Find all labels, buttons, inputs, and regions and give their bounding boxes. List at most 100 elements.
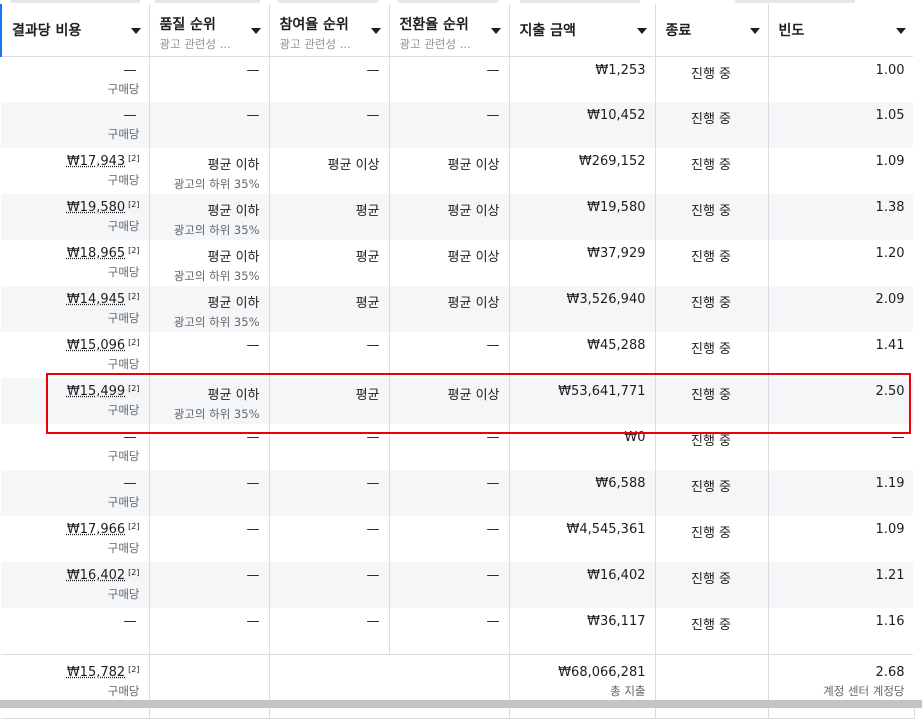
amount-spent-cell: ₩16,402 — [509, 562, 656, 608]
table-row[interactable]: — 구매당 — — — ₩10,452 진행 중 1.05 — [1, 102, 915, 148]
chevron-down-icon[interactable] — [490, 28, 501, 34]
table-row[interactable]: ₩14,945 [2] 구매당 평균 이하 광고의 하위 35% 평균 평균 이상 ₩3,52… — [1, 286, 915, 332]
cost-per-result-sublabel: 구매당 — [107, 449, 140, 463]
frequency-cell: 1.00 — [768, 56, 915, 102]
table-row[interactable]: — 구매당 — — — ₩6,588 진행 중 1.19 — [1, 470, 915, 516]
column-header-quality-ranking[interactable]: 품질 순위 광고 관련성 ... — [149, 4, 270, 57]
table-row[interactable]: ₩16,402 [2] 구매당 — — — ₩16,402 진행 중 1.21 — [1, 562, 915, 608]
frequency-value: — — [891, 430, 905, 445]
frequency-value: 2.50 — [875, 384, 905, 399]
footnote-marker: [2] — [128, 664, 140, 674]
quality-ranking-value: 평균 이하 — [207, 158, 260, 173]
column-header-end[interactable]: 종료 — [655, 4, 769, 57]
column-header-cost-per-result[interactable]: 결과당 비용 — [0, 4, 150, 57]
table-row[interactable]: — 구매당 — — — ₩0 진행 중 — — [1, 424, 915, 470]
conversion-ranking-value: — — [486, 476, 500, 491]
quality-ranking-value: — — [246, 108, 260, 123]
column-header-amount-spent[interactable]: 지출 금액 — [509, 4, 656, 57]
cost-per-result-sublabel: 구매당 — [107, 311, 140, 325]
conversion-ranking-cell: — — [389, 102, 510, 148]
amount-spent-cell: ₩0 — [509, 424, 656, 470]
cost-per-result-value[interactable]: ₩17,943 — [67, 154, 125, 169]
chevron-down-icon[interactable] — [370, 28, 381, 34]
frequency-cell: 1.20 — [768, 240, 915, 286]
column-header-conversion-ranking[interactable]: 전환율 순위 광고 관련성 ... — [389, 4, 510, 57]
engagement-ranking-value: — — [366, 476, 380, 491]
quality-ranking-value: — — [246, 614, 260, 629]
engagement-ranking-cell: — — [269, 102, 390, 148]
quality-ranking-cell: 평균 이하 광고의 하위 35% — [149, 240, 270, 286]
table-row[interactable]: ₩15,499 [2] 구매당 평균 이하 광고의 하위 35% 평균 평균 이상 ₩53,6… — [1, 378, 915, 424]
end-status-cell: 진행 중 — [655, 56, 769, 102]
column-header-sublabel: 광고 관련성 ... — [159, 37, 231, 51]
chevron-down-icon[interactable] — [895, 28, 906, 34]
chevron-down-icon[interactable] — [250, 28, 261, 34]
frequency-value: 1.09 — [875, 154, 905, 169]
table-row[interactable]: ₩17,966 [2] 구매당 — — — ₩4,545,361 진행 중 1.09 — [1, 516, 915, 562]
column-header-engagement-ranking[interactable]: 참여율 순위 광고 관련성 ... — [269, 4, 390, 57]
cost-per-result-value[interactable]: ₩18,965 — [67, 246, 125, 261]
engagement-ranking-cell: — — [269, 424, 390, 470]
quality-ranking-cell: 평균 이하 광고의 하위 35% — [149, 286, 270, 332]
cost-per-result-value[interactable]: ₩17,966 — [67, 522, 125, 537]
conversion-ranking-cell: 평균 이상 — [389, 148, 510, 194]
amount-spent-value: ₩6,588 — [595, 476, 646, 491]
column-header-frequency[interactable]: 빈도 — [768, 4, 915, 57]
table-row[interactable]: — — — — ₩36,117 진행 중 1.16 — [1, 608, 915, 654]
frequency-value: 1.00 — [875, 62, 905, 78]
amount-spent-value: ₩37,929 — [587, 246, 646, 261]
table-row[interactable]: ₩17,943 [2] 구매당 평균 이하 광고의 하위 35% 평균 이상 평균 이상 ₩2… — [1, 148, 915, 194]
engagement-ranking-cell: 평균 — [269, 378, 390, 424]
total-cost-value[interactable]: ₩15,782 — [67, 665, 125, 680]
header-row: 결과당 비용 품질 순위 광고 관련성 ... 참여율 순위 광고 관련성 ..… — [0, 4, 915, 57]
conversion-ranking-cell: — — [389, 608, 510, 654]
amount-spent-cell: ₩3,526,940 — [509, 286, 656, 332]
cost-per-result-cell: ₩19,580 [2] 구매당 — [1, 194, 150, 240]
engagement-ranking-value: 평균 이상 — [327, 158, 380, 173]
quality-ranking-sublabel: 광고의 하위 35% — [173, 177, 260, 191]
footnote-marker: [2] — [128, 522, 140, 531]
column-header-label: 참여율 순위 — [279, 17, 349, 33]
cost-per-result-cell: ₩17,966 [2] 구매당 — [1, 516, 150, 562]
engagement-ranking-value: — — [366, 614, 380, 629]
table-row[interactable]: ₩19,580 [2] 구매당 평균 이하 광고의 하위 35% 평균 평균 이상 ₩19,5… — [1, 194, 915, 240]
conversion-ranking-cell: 평균 이상 — [389, 194, 510, 240]
cost-per-result-value[interactable]: ₩15,096 — [67, 338, 125, 353]
end-status-cell: 진행 중 — [655, 424, 769, 470]
chevron-down-icon[interactable] — [130, 28, 141, 34]
frequency-value: 1.41 — [875, 338, 905, 353]
chevron-down-icon[interactable] — [636, 28, 647, 34]
frequency-value: 2.09 — [875, 292, 905, 307]
cost-per-result-value[interactable]: ₩15,499 — [67, 384, 125, 399]
end-status-cell: 진행 중 — [655, 148, 769, 194]
cost-per-result-value[interactable]: ₩19,580 — [67, 200, 125, 215]
amount-spent-cell: ₩36,117 — [509, 608, 656, 654]
amount-spent-value: ₩1,253 — [595, 62, 646, 78]
cost-per-result-sublabel: 구매당 — [107, 173, 140, 187]
amount-spent-cell: ₩6,588 — [509, 470, 656, 516]
quality-ranking-cell: 평균 이하 광고의 하위 35% — [149, 378, 270, 424]
amount-spent-cell: ₩53,641,771 — [509, 378, 656, 424]
end-status-value: 진행 중 — [690, 480, 731, 495]
quality-ranking-value: 평균 이하 — [207, 250, 260, 265]
frequency-value: 1.21 — [875, 568, 905, 583]
chevron-down-icon[interactable] — [749, 28, 760, 34]
frequency-cell: 1.19 — [768, 470, 915, 516]
engagement-ranking-value: — — [366, 108, 380, 123]
cost-per-result-value: — — [123, 108, 137, 123]
table-row[interactable]: ₩18,965 [2] 구매당 평균 이하 광고의 하위 35% 평균 평균 이상 ₩37,9… — [1, 240, 915, 286]
column-header-sublabel: 광고 관련성 ... — [399, 37, 471, 51]
end-status-value: 진행 중 — [690, 66, 731, 82]
cost-per-result-value[interactable]: ₩16,402 — [67, 568, 125, 583]
frequency-value: 1.05 — [875, 108, 905, 123]
cost-per-result-value[interactable]: ₩14,945 — [67, 292, 125, 307]
conversion-ranking-value: — — [486, 614, 500, 629]
end-status-cell: 진행 중 — [655, 286, 769, 332]
table-row[interactable]: ₩15,096 [2] 구매당 — — — ₩45,288 진행 중 1.41 — [1, 332, 915, 378]
table-row[interactable]: — 구매당 — — — ₩1,253 진행 중 1.00 — [1, 56, 915, 102]
total-empty-cell — [269, 653, 389, 719]
frequency-value: 1.38 — [875, 200, 905, 215]
horizontal-scrollbar[interactable] — [0, 700, 922, 708]
end-status-value: 진행 중 — [690, 388, 731, 403]
amount-spent-value: ₩269,152 — [578, 154, 646, 169]
